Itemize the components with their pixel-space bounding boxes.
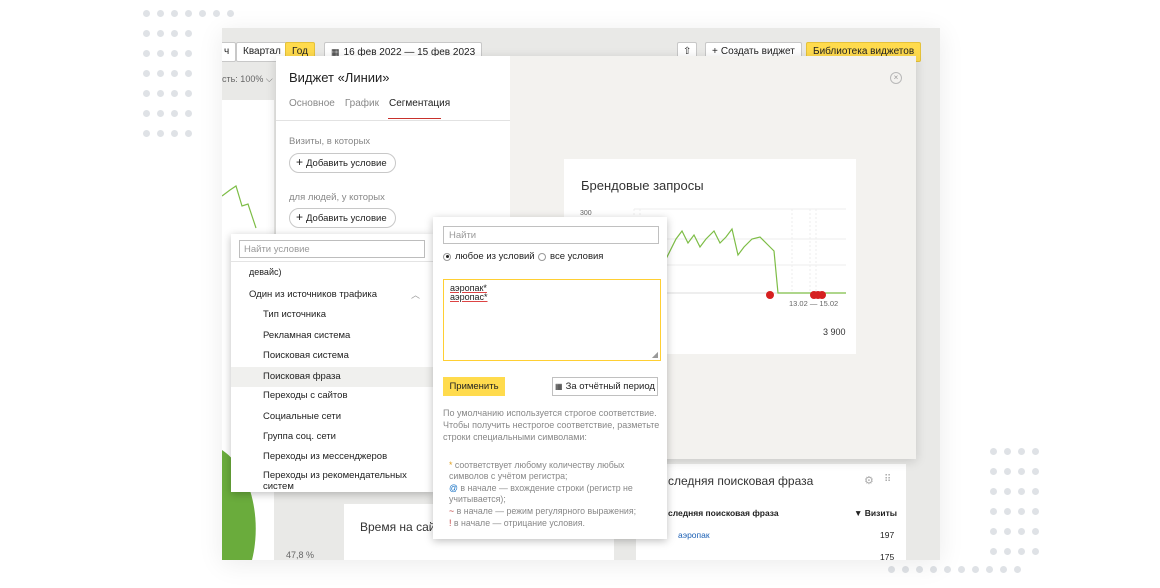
tab-main[interactable]: Основное <box>289 98 335 109</box>
help-symbol-item: ! в начале — отрицание условия. <box>449 518 585 528</box>
list-item-selected[interactable]: Поисковая фраза <box>231 367 433 387</box>
col-phrase-header: следняя поисковая фраза <box>668 508 779 518</box>
condition-dropdown: Найти условие девайс) Один из источников… <box>231 234 433 492</box>
apply-button[interactable]: Применить <box>443 377 505 396</box>
phrases-textarea[interactable]: аэропак* аэропас* ◢ <box>443 279 661 361</box>
list-item[interactable]: Рекламная система <box>231 328 433 348</box>
tab-segmentation[interactable]: Сегментация <box>389 98 450 109</box>
gear-icon[interactable]: ⚙ <box>864 474 874 487</box>
help-symbols-list: * соответствует любому количеству любых … <box>449 460 663 530</box>
divider <box>276 120 510 121</box>
radio-checked-icon <box>443 252 451 261</box>
chevron-up-icon: ︿ <box>411 290 421 300</box>
list-item[interactable]: Переходы с сайтов <box>231 388 433 408</box>
add-visit-condition-button[interactable]: + Добавить условие <box>289 153 396 173</box>
last-phrase-title: следняя поисковая фраза <box>668 474 814 488</box>
list-item[interactable]: Переходы из рекомендательных систем <box>231 470 411 492</box>
calendar-icon: ▦ <box>555 382 563 391</box>
condition-search-input[interactable]: Найти условие <box>239 240 425 258</box>
list-item[interactable]: Социальные сети <box>231 409 433 429</box>
list-item[interactable]: Переходы из мессенджеров <box>231 449 433 469</box>
list-item[interactable]: Группа соц. сети <box>231 429 433 449</box>
date-range-label: 13.02 — 15.02 <box>789 299 839 308</box>
active-tab-indicator <box>388 118 441 119</box>
plus-icon: + <box>296 210 304 224</box>
add-people-condition-button[interactable]: + Добавить условие <box>289 208 396 228</box>
bg-last-phrase-widget: следняя поисковая фраза ⚙ ⠿ следняя поис… <box>636 464 906 560</box>
divider <box>231 261 433 262</box>
phrase-search-input[interactable]: Найти <box>443 226 659 244</box>
list-item[interactable]: девайс) <box>231 264 433 284</box>
visits-label: Визиты, в которых <box>289 136 371 147</box>
accuracy-selector[interactable]: сть: 100% ⌵ <box>222 74 273 85</box>
total-value: 3 900 <box>823 327 846 337</box>
help-symbol-item: ~ в начале — режим регулярного выражения… <box>449 506 637 516</box>
row1-visits: 197 <box>880 530 895 540</box>
plus-icon: + <box>296 155 304 169</box>
decor-dots-bottom-row <box>888 566 1042 586</box>
radio-all[interactable]: все условия <box>538 251 603 262</box>
close-icon[interactable]: × <box>890 72 902 84</box>
report-period-button[interactable]: ▦ За отчётный период <box>552 377 658 396</box>
row2-visits: 175 <box>880 552 895 560</box>
decor-dots-bottom <box>948 448 1046 568</box>
drag-handle-icon[interactable]: ⠿ <box>884 474 891 485</box>
phrase-condition-popup: Найти любое из условий все условия аэроп… <box>433 217 667 539</box>
list-item[interactable]: Поисковая система <box>231 348 433 368</box>
traffic-source-group[interactable]: Один из источников трафика ︿ <box>231 287 433 307</box>
chevron-down-icon: ⌵ <box>265 74 273 84</box>
phrase-line: аэропас* <box>450 292 488 302</box>
help-symbol-item: * соответствует любому количеству любых … <box>449 460 625 481</box>
bg-percent: 47,8 % <box>286 550 315 560</box>
radio-unchecked-icon <box>538 252 546 261</box>
radio-any[interactable]: любое из условий <box>443 251 535 262</box>
help-text: По умолчанию используется строгое соотве… <box>443 408 660 442</box>
modal-title: Виджет «Линии» <box>289 70 390 85</box>
list-item[interactable]: Тип источника <box>231 307 433 327</box>
tab-graph[interactable]: График <box>345 98 379 109</box>
period-partial-button[interactable]: ч <box>222 42 237 62</box>
col-visits-header[interactable]: ▼ Визиты <box>854 508 897 518</box>
people-label: для людей, у которых <box>289 192 385 203</box>
resize-handle-icon[interactable]: ◢ <box>652 350 658 359</box>
row1-phrase[interactable]: аэропак <box>678 530 710 540</box>
modal-tabs: Основное График Сегментация <box>289 98 460 109</box>
help-symbol-item: @ в начале — вхождение строки (регистр н… <box>449 483 633 504</box>
